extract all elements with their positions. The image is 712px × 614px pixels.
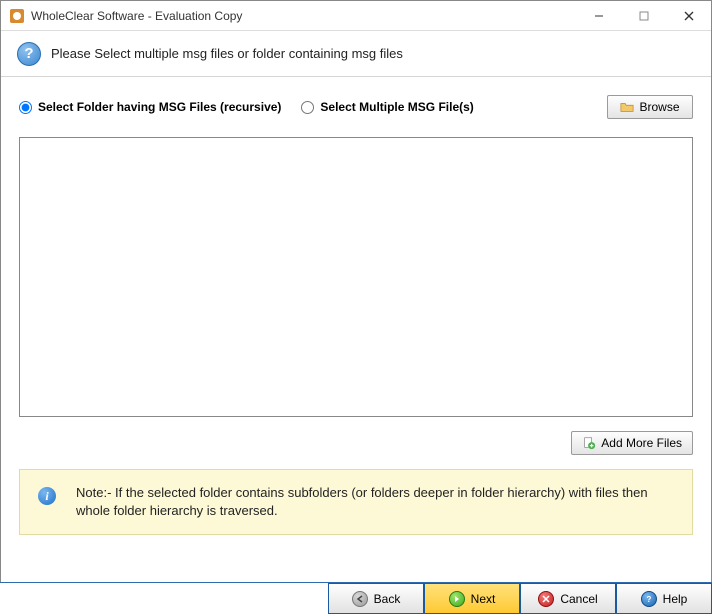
question-icon: ?: [17, 42, 41, 66]
back-icon: [352, 591, 368, 607]
radio-folder-recursive-input[interactable]: [19, 101, 32, 114]
note-box: i Note:- If the selected folder contains…: [19, 469, 693, 535]
app-icon: [9, 8, 25, 24]
help-button-label: Help: [663, 592, 688, 606]
svg-text:?: ?: [646, 595, 651, 604]
minimize-icon: [594, 11, 604, 21]
radio-multiple-files-input[interactable]: [301, 101, 314, 114]
help-icon: ?: [641, 591, 657, 607]
browse-button-label: Browse: [639, 100, 679, 114]
maximize-icon: [639, 11, 649, 21]
wizard-footer: Back Next Cancel ? Help: [0, 582, 712, 614]
file-list-box[interactable]: [19, 137, 693, 417]
note-text: Note:- If the selected folder contains s…: [76, 484, 674, 520]
radio-multiple-files-label: Select Multiple MSG File(s): [320, 100, 473, 114]
cancel-icon: [538, 591, 554, 607]
instruction-bar: ? Please Select multiple msg files or fo…: [1, 31, 711, 77]
radio-folder-recursive[interactable]: Select Folder having MSG Files (recursiv…: [19, 100, 281, 114]
radio-folder-recursive-label: Select Folder having MSG Files (recursiv…: [38, 100, 281, 114]
title-bar: WholeClear Software - Evaluation Copy: [1, 1, 711, 31]
back-button[interactable]: Back: [328, 583, 424, 614]
next-button[interactable]: Next: [424, 583, 520, 614]
window-controls: [576, 1, 711, 30]
minimize-button[interactable]: [576, 1, 621, 30]
next-button-label: Next: [471, 592, 496, 606]
maximize-button[interactable]: [621, 1, 666, 30]
add-more-files-button[interactable]: Add More Files: [571, 431, 693, 455]
add-file-icon: [582, 436, 596, 450]
source-selection-row: Select Folder having MSG Files (recursiv…: [19, 95, 693, 119]
close-icon: [684, 11, 694, 21]
next-icon: [449, 591, 465, 607]
radio-multiple-files[interactable]: Select Multiple MSG File(s): [301, 100, 473, 114]
back-button-label: Back: [374, 592, 401, 606]
folder-icon: [620, 100, 634, 114]
window-title: WholeClear Software - Evaluation Copy: [31, 9, 576, 23]
add-more-files-label: Add More Files: [601, 436, 682, 450]
main-content: Select Folder having MSG Files (recursiv…: [1, 77, 711, 545]
add-more-row: Add More Files: [19, 431, 693, 455]
help-button[interactable]: ? Help: [616, 583, 712, 614]
cancel-button-label: Cancel: [560, 592, 597, 606]
instruction-text: Please Select multiple msg files or fold…: [51, 46, 403, 61]
close-button[interactable]: [666, 1, 711, 30]
browse-button[interactable]: Browse: [607, 95, 693, 119]
info-icon: i: [38, 487, 56, 505]
cancel-button[interactable]: Cancel: [520, 583, 616, 614]
